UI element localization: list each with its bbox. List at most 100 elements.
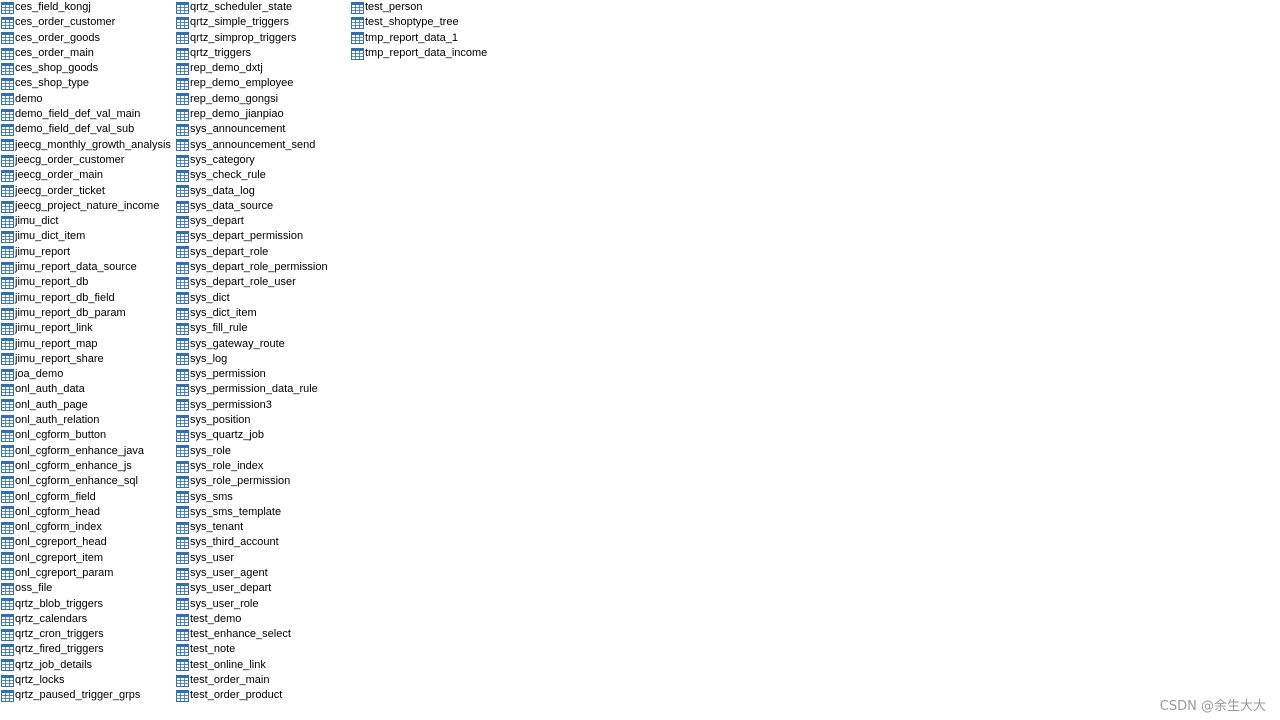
table-item[interactable]: qrtz_blob_triggers — [0, 597, 175, 612]
table-item[interactable]: test_online_link — [175, 658, 350, 673]
table-item[interactable]: sys_announcement_send — [175, 138, 350, 153]
table-item[interactable]: sys_user_agent — [175, 566, 350, 581]
table-icon — [176, 491, 189, 504]
table-item[interactable]: jeecg_project_nature_income — [0, 199, 175, 214]
table-item[interactable]: demo_field_def_val_main — [0, 107, 175, 122]
table-item[interactable]: sys_gateway_route — [175, 337, 350, 352]
table-item[interactable]: test_order_main — [175, 673, 350, 688]
table-item[interactable]: sys_role_permission — [175, 474, 350, 489]
table-item[interactable]: demo_field_def_val_sub — [0, 122, 175, 137]
table-item[interactable]: sys_role — [175, 444, 350, 459]
table-item[interactable]: onl_cgform_enhance_js — [0, 459, 175, 474]
table-item[interactable]: qrtz_job_details — [0, 658, 175, 673]
table-item[interactable]: ces_order_main — [0, 46, 175, 61]
table-item[interactable]: qrtz_locks — [0, 673, 175, 688]
table-item[interactable]: sys_sms — [175, 490, 350, 505]
table-item[interactable]: test_note — [175, 642, 350, 657]
table-item[interactable]: onl_cgform_enhance_sql — [0, 474, 175, 489]
table-item[interactable]: test_demo — [175, 612, 350, 627]
table-item[interactable]: onl_auth_relation — [0, 413, 175, 428]
table-item[interactable]: sys_user_depart — [175, 581, 350, 596]
table-item[interactable]: ces_order_goods — [0, 31, 175, 46]
table-item[interactable]: sys_depart_role_permission — [175, 260, 350, 275]
table-item[interactable]: rep_demo_employee — [175, 76, 350, 91]
table-item[interactable]: onl_auth_page — [0, 398, 175, 413]
table-item[interactable]: qrtz_simple_triggers — [175, 15, 350, 30]
table-item[interactable]: qrtz_cron_triggers — [0, 627, 175, 642]
table-item[interactable]: jimu_dict_item — [0, 229, 175, 244]
table-item[interactable]: rep_demo_jianpiao — [175, 107, 350, 122]
table-icon — [1, 200, 14, 213]
table-item[interactable]: onl_cgform_button — [0, 428, 175, 443]
table-item[interactable]: qrtz_calendars — [0, 612, 175, 627]
table-item[interactable]: sys_permission — [175, 367, 350, 382]
table-item[interactable]: onl_cgform_enhance_java — [0, 444, 175, 459]
table-item[interactable]: joa_demo — [0, 367, 175, 382]
table-item[interactable]: sys_depart_role_user — [175, 275, 350, 290]
table-item[interactable]: jimu_report_map — [0, 337, 175, 352]
table-item[interactable]: sys_log — [175, 352, 350, 367]
table-item[interactable]: jimu_report_db — [0, 275, 175, 290]
table-item[interactable]: jimu_report_data_source — [0, 260, 175, 275]
table-item[interactable]: jimu_report_db_field — [0, 291, 175, 306]
table-item[interactable]: sys_fill_rule — [175, 321, 350, 336]
table-item[interactable]: qrtz_triggers — [175, 46, 350, 61]
table-item[interactable]: onl_cgreport_item — [0, 551, 175, 566]
table-item[interactable]: sys_check_rule — [175, 168, 350, 183]
table-item[interactable]: sys_announcement — [175, 122, 350, 137]
table-item[interactable]: sys_depart — [175, 214, 350, 229]
table-item[interactable]: jeecg_order_customer — [0, 153, 175, 168]
table-item[interactable]: qrtz_fired_triggers — [0, 642, 175, 657]
table-item[interactable]: sys_depart_role — [175, 245, 350, 260]
table-item[interactable]: test_order_product — [175, 688, 350, 703]
table-item[interactable]: ces_shop_goods — [0, 61, 175, 76]
table-item[interactable]: sys_permission3 — [175, 398, 350, 413]
table-item[interactable]: sys_tenant — [175, 520, 350, 535]
table-item[interactable]: onl_cgform_head — [0, 505, 175, 520]
table-item[interactable]: jeecg_order_ticket — [0, 184, 175, 199]
table-item[interactable]: jimu_report_share — [0, 352, 175, 367]
table-item[interactable]: demo — [0, 92, 175, 107]
table-item[interactable]: sys_dict — [175, 291, 350, 306]
table-item[interactable]: jimu_report — [0, 245, 175, 260]
table-item[interactable]: oss_file — [0, 581, 175, 596]
table-item[interactable]: ces_order_customer — [0, 15, 175, 30]
table-item[interactable]: onl_auth_data — [0, 382, 175, 397]
table-item[interactable]: sys_quartz_job — [175, 428, 350, 443]
table-item[interactable]: ces_field_kongj — [0, 0, 175, 15]
table-item[interactable]: test_enhance_select — [175, 627, 350, 642]
table-item[interactable]: sys_role_index — [175, 459, 350, 474]
table-item[interactable]: sys_category — [175, 153, 350, 168]
table-item[interactable]: test_person — [350, 0, 550, 15]
table-item[interactable]: sys_permission_data_rule — [175, 382, 350, 397]
table-item[interactable]: jeecg_monthly_growth_analysis — [0, 138, 175, 153]
table-item[interactable]: rep_demo_gongsi — [175, 92, 350, 107]
table-item[interactable]: onl_cgreport_param — [0, 566, 175, 581]
table-item[interactable]: qrtz_simprop_triggers — [175, 31, 350, 46]
table-item[interactable]: tmp_report_data_1 — [350, 31, 550, 46]
table-item[interactable]: qrtz_scheduler_state — [175, 0, 350, 15]
table-icon — [1, 414, 14, 427]
table-item[interactable]: onl_cgform_index — [0, 520, 175, 535]
table-item[interactable]: sys_dict_item — [175, 306, 350, 321]
table-name: sys_role_index — [190, 459, 264, 472]
table-item[interactable]: qrtz_paused_trigger_grps — [0, 688, 175, 703]
table-item[interactable]: sys_data_source — [175, 199, 350, 214]
table-item[interactable]: sys_third_account — [175, 535, 350, 550]
table-item[interactable]: rep_demo_dxtj — [175, 61, 350, 76]
table-item[interactable]: jimu_dict — [0, 214, 175, 229]
table-item[interactable]: sys_depart_permission — [175, 229, 350, 244]
table-item[interactable]: jimu_report_link — [0, 321, 175, 336]
table-item[interactable]: jimu_report_db_param — [0, 306, 175, 321]
table-item[interactable]: onl_cgreport_head — [0, 535, 175, 550]
table-item[interactable]: sys_user — [175, 551, 350, 566]
table-item[interactable]: test_shoptype_tree — [350, 15, 550, 30]
table-item[interactable]: sys_sms_template — [175, 505, 350, 520]
table-item[interactable]: sys_position — [175, 413, 350, 428]
table-item[interactable]: ces_shop_type — [0, 76, 175, 91]
table-item[interactable]: jeecg_order_main — [0, 168, 175, 183]
table-item[interactable]: sys_data_log — [175, 184, 350, 199]
table-item[interactable]: sys_user_role — [175, 597, 350, 612]
table-item[interactable]: tmp_report_data_income — [350, 46, 550, 61]
table-item[interactable]: onl_cgform_field — [0, 490, 175, 505]
